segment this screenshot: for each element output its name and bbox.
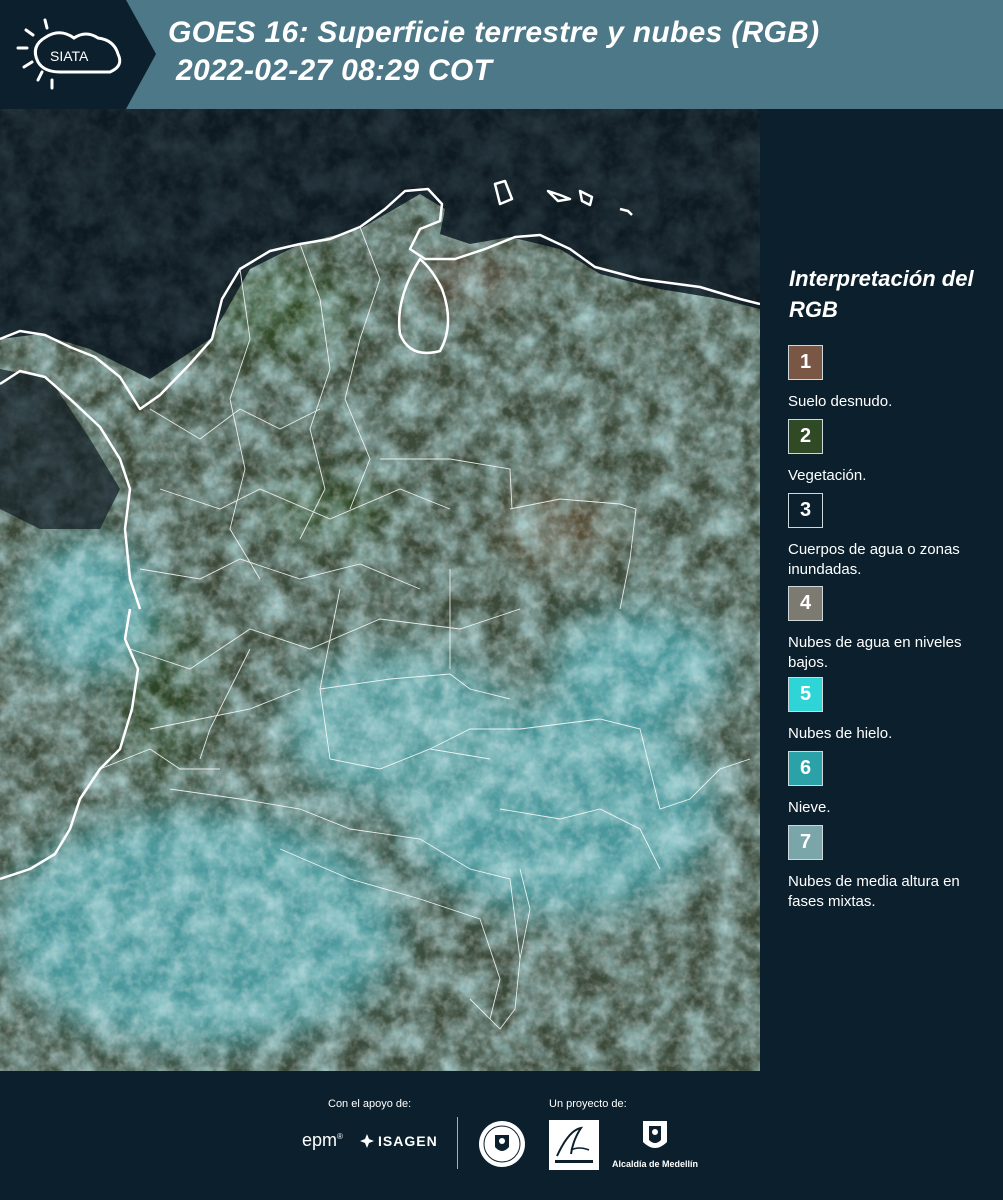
epm-logo: epm® [302, 1130, 343, 1150]
legend-swatch-3: 3 [788, 493, 823, 528]
legend-item-1: 1 Suelo desnudo. [788, 345, 998, 412]
legend-swatch-7: 7 [788, 825, 823, 860]
epm-text: epm [302, 1130, 338, 1150]
page-title: GOES 16: Superficie terrestre y nubes (R… [168, 14, 819, 90]
legend-item-5: 5 Nubes de hielo. [788, 677, 998, 744]
legend-number-5: 5 [799, 683, 812, 705]
legend-label-3: Cuerpos de agua o zonas inundadas. [788, 541, 960, 578]
header-bar: SIATA GOES 16: Superficie terrestre y nu… [0, 0, 1003, 109]
isagen-icon [360, 1134, 374, 1148]
legend-number-1: 1 [799, 351, 812, 373]
legend-panel: Interpretación del RGB 1 Suelo desnudo. … [760, 109, 1003, 1071]
legend-number-3: 3 [799, 499, 812, 521]
legend-title: Interpretación del RGB [789, 266, 974, 322]
legend-swatch-2: 2 [788, 419, 823, 454]
legend-swatch-5: 5 [788, 677, 823, 712]
legend-swatch-1: 1 [788, 345, 823, 380]
footer: Con el apoyo de: Un proyecto de: epm® IS… [0, 1071, 1003, 1200]
isagen-logo: ISAGEN [360, 1133, 438, 1149]
legend-number-6: 6 [799, 757, 812, 779]
legend-label-7: Nubes de media altura en fases mixtas. [788, 873, 960, 910]
legend-swatch-4: 4 [788, 586, 823, 621]
siata-logo: SIATA [0, 0, 156, 109]
legend-label-2: Vegetación. [788, 467, 867, 484]
legend-label-5: Nubes de hielo. [788, 725, 893, 742]
legend-label-4: Nubes de agua en niveles bajos. [788, 634, 962, 671]
medellin-seal-icon [479, 1121, 525, 1167]
isagen-text: ISAGEN [378, 1133, 438, 1149]
legend-number-2: 2 [799, 425, 812, 447]
title-line-2: 2022-02-27 08:29 COT [176, 54, 493, 87]
legend-item-2: 2 Vegetación. [788, 419, 998, 486]
area-metropolitana-logo [549, 1120, 599, 1170]
alcaldia-label: Alcaldía de Medellín [612, 1159, 699, 1169]
legend-item-4: 4 Nubes de agua en niveles bajos. [788, 586, 998, 673]
satellite-map [0, 109, 760, 1071]
legend-item-6: 6 Nieve. [788, 751, 998, 818]
project-label: Un proyecto de: [549, 1098, 627, 1110]
alcaldia-shield-icon [643, 1121, 667, 1148]
title-line-1: GOES 16: Superficie terrestre y nubes (R… [168, 16, 820, 49]
footer-divider [457, 1117, 458, 1169]
legend-label-1: Suelo desnudo. [788, 393, 893, 410]
legend-item-7: 7 Nubes de media altura en fases mixtas. [788, 825, 998, 912]
legend-label-6: Nieve. [788, 799, 831, 816]
support-label: Con el apoyo de: [328, 1098, 412, 1110]
legend-number-4: 4 [799, 592, 812, 614]
legend-item-3: 3 Cuerpos de agua o zonas inundadas. [788, 493, 998, 580]
legend-number-7: 7 [799, 831, 812, 853]
legend-swatch-6: 6 [788, 751, 823, 786]
siata-logo-text: SIATA [50, 48, 89, 64]
